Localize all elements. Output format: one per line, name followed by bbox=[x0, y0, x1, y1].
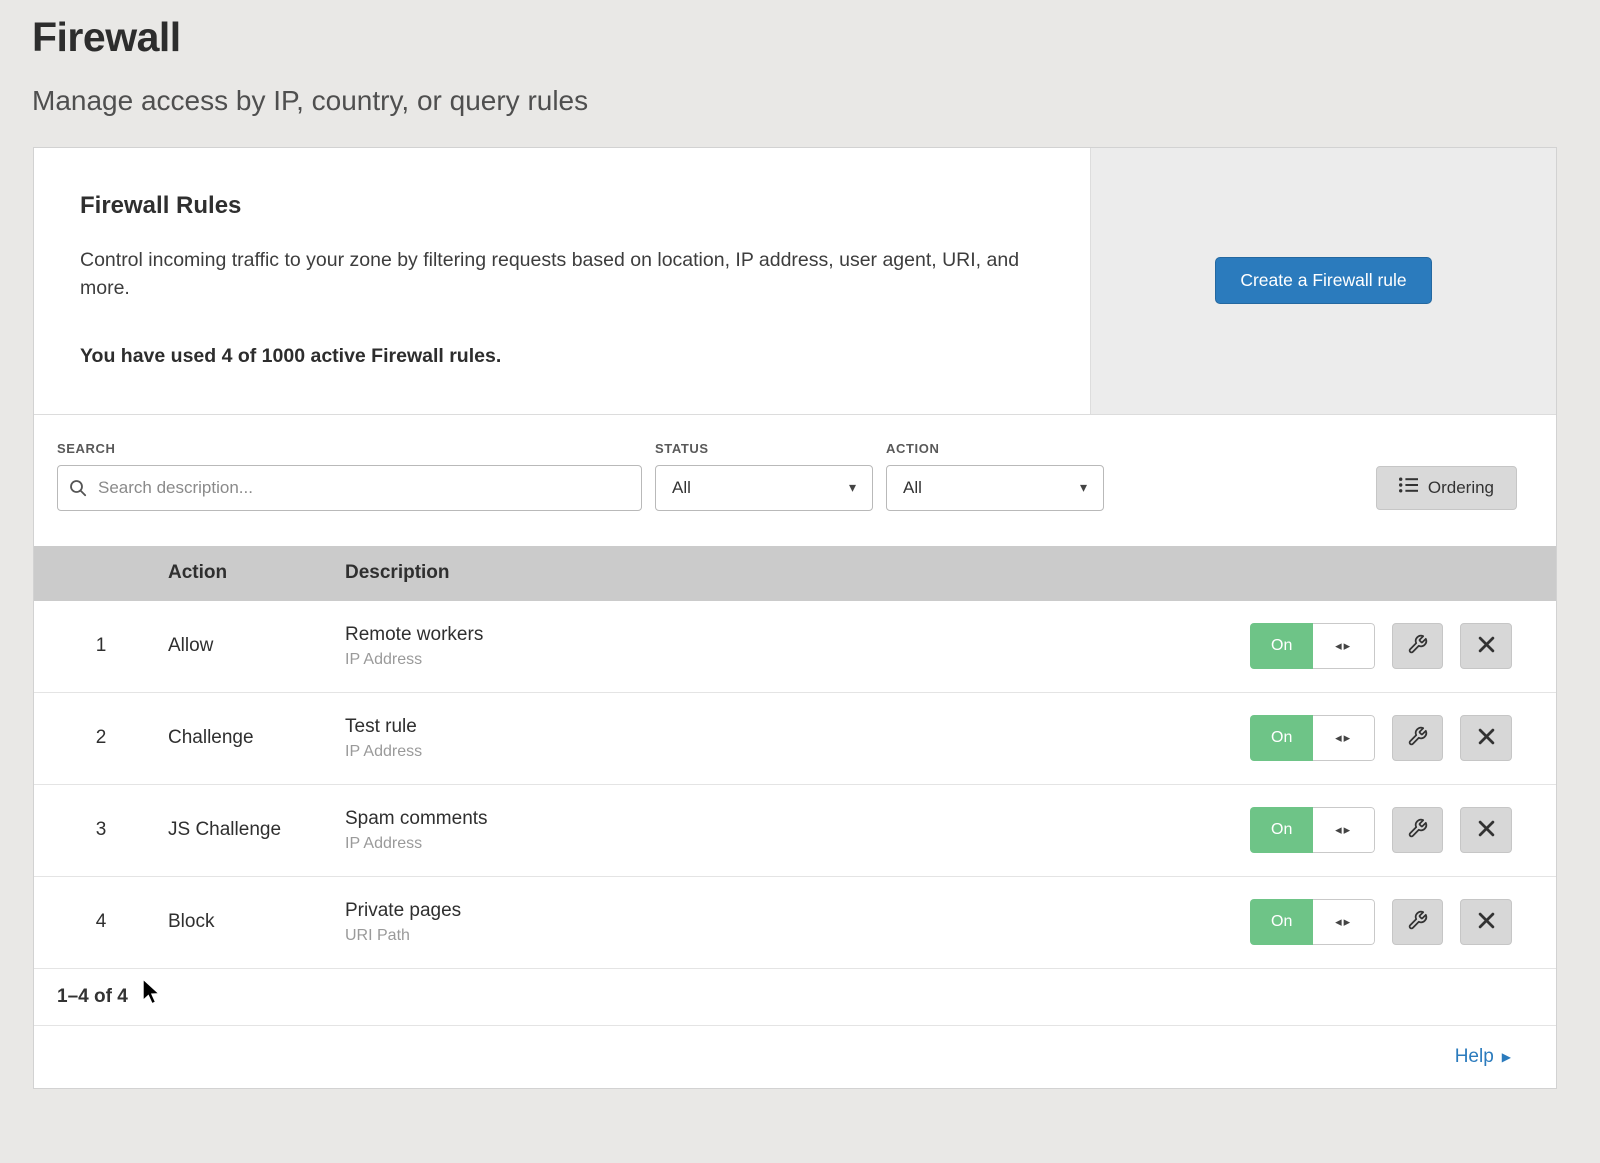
header-description: Description bbox=[345, 562, 1250, 584]
filters-bar: SEARCH STATUS All ▾ ACTION All ▾ bbox=[34, 415, 1556, 546]
chevron-down-icon: ▾ bbox=[849, 479, 856, 496]
help-arrow-icon: ▶ bbox=[1502, 1050, 1511, 1064]
edit-rule-button[interactable] bbox=[1392, 623, 1444, 669]
rule-description-title: Private pages bbox=[345, 900, 1250, 922]
rule-controls: On ◂▸ bbox=[1250, 899, 1556, 945]
rule-number: 4 bbox=[34, 911, 168, 933]
rule-enable-toggle[interactable]: On ◂▸ bbox=[1250, 623, 1375, 669]
rule-enable-toggle[interactable]: On ◂▸ bbox=[1250, 715, 1375, 761]
rule-action: Block bbox=[168, 911, 345, 933]
wrench-icon bbox=[1407, 726, 1428, 750]
wrench-icon bbox=[1407, 634, 1428, 658]
action-filter-group: ACTION All ▾ bbox=[886, 441, 1104, 511]
toggle-on-label[interactable]: On bbox=[1250, 715, 1313, 761]
toggle-on-label[interactable]: On bbox=[1250, 807, 1313, 853]
page-header: Firewall Manage access by IP, country, o… bbox=[0, 0, 1600, 117]
action-dropdown[interactable]: All ▾ bbox=[886, 465, 1104, 511]
table-header-row: Action Description bbox=[34, 546, 1556, 601]
rule-description: Private pages URI Path bbox=[345, 900, 1250, 945]
pagination: 1–4 of 4 bbox=[34, 969, 1556, 1026]
wrench-icon bbox=[1407, 818, 1428, 842]
rule-enable-toggle[interactable]: On ◂▸ bbox=[1250, 899, 1375, 945]
rule-action: JS Challenge bbox=[168, 819, 345, 841]
table-row: 4 Block Private pages URI Path On ◂▸ bbox=[34, 877, 1556, 969]
close-icon bbox=[1478, 636, 1495, 656]
table-row: 2 Challenge Test rule IP Address On ◂▸ bbox=[34, 693, 1556, 785]
panel-heading: Firewall Rules bbox=[80, 192, 1030, 220]
rule-description: Test rule IP Address bbox=[345, 716, 1250, 761]
edit-rule-button[interactable] bbox=[1392, 899, 1444, 945]
search-icon bbox=[69, 479, 87, 502]
edit-rule-button[interactable] bbox=[1392, 807, 1444, 853]
status-filter-group: STATUS All ▾ bbox=[655, 441, 873, 511]
toggle-handle-icon[interactable]: ◂▸ bbox=[1313, 807, 1374, 853]
rule-controls: On ◂▸ bbox=[1250, 623, 1556, 669]
help-link[interactable]: Help ▶ bbox=[1455, 1046, 1511, 1068]
create-firewall-rule-button[interactable]: Create a Firewall rule bbox=[1215, 257, 1431, 304]
delete-rule-button[interactable] bbox=[1460, 715, 1512, 761]
rule-description-title: Remote workers bbox=[345, 624, 1250, 646]
ordering-button[interactable]: Ordering bbox=[1376, 466, 1517, 510]
pagination-text: 1–4 of 4 bbox=[57, 986, 128, 1008]
rule-description: Spam comments IP Address bbox=[345, 808, 1250, 853]
panel-description: Control incoming traffic to your zone by… bbox=[80, 246, 1025, 303]
status-label: STATUS bbox=[655, 441, 873, 456]
toggle-on-label[interactable]: On bbox=[1250, 899, 1313, 945]
wrench-icon bbox=[1407, 910, 1428, 934]
toggle-handle-icon[interactable]: ◂▸ bbox=[1313, 899, 1374, 945]
edit-rule-button[interactable] bbox=[1392, 715, 1444, 761]
table-row: 3 JS Challenge Spam comments IP Address … bbox=[34, 785, 1556, 877]
panel-action-area: Create a Firewall rule bbox=[1090, 148, 1556, 414]
action-label: ACTION bbox=[886, 441, 1104, 456]
close-icon bbox=[1478, 820, 1495, 840]
rule-match-type: URI Path bbox=[345, 927, 1250, 945]
rule-match-type: IP Address bbox=[345, 651, 1250, 669]
delete-rule-button[interactable] bbox=[1460, 807, 1512, 853]
panel-text-area: Firewall Rules Control incoming traffic … bbox=[34, 148, 1090, 414]
toggle-on-label[interactable]: On bbox=[1250, 623, 1313, 669]
search-wrapper bbox=[57, 465, 642, 511]
page-subtitle: Manage access by IP, country, or query r… bbox=[32, 85, 1568, 117]
rule-description-title: Spam comments bbox=[345, 808, 1250, 830]
status-dropdown-value: All bbox=[672, 478, 691, 498]
rule-number: 2 bbox=[34, 727, 168, 749]
close-icon bbox=[1478, 912, 1495, 932]
table-row: 1 Allow Remote workers IP Address On ◂▸ bbox=[34, 601, 1556, 693]
rule-controls: On ◂▸ bbox=[1250, 807, 1556, 853]
rule-action: Allow bbox=[168, 635, 345, 657]
rule-description-title: Test rule bbox=[345, 716, 1250, 738]
table-body: 1 Allow Remote workers IP Address On ◂▸ bbox=[34, 601, 1556, 969]
delete-rule-button[interactable] bbox=[1460, 623, 1512, 669]
rule-number: 1 bbox=[34, 635, 168, 657]
chevron-down-icon: ▾ bbox=[1080, 479, 1087, 496]
search-label: SEARCH bbox=[57, 441, 642, 456]
help-link-label: Help bbox=[1455, 1046, 1494, 1068]
rule-action: Challenge bbox=[168, 727, 345, 749]
footer-row: Help ▶ bbox=[34, 1026, 1556, 1088]
firewall-rules-card: Firewall Rules Control incoming traffic … bbox=[33, 147, 1557, 1089]
delete-rule-button[interactable] bbox=[1460, 899, 1512, 945]
rule-match-type: IP Address bbox=[345, 835, 1250, 853]
search-input[interactable] bbox=[57, 465, 642, 511]
search-filter-group: SEARCH bbox=[57, 441, 642, 511]
status-dropdown[interactable]: All ▾ bbox=[655, 465, 873, 511]
firewall-rules-panel: Firewall Rules Control incoming traffic … bbox=[34, 148, 1556, 415]
action-dropdown-value: All bbox=[903, 478, 922, 498]
header-action: Action bbox=[168, 562, 345, 584]
usage-note: You have used 4 of 1000 active Firewall … bbox=[80, 345, 1030, 368]
rule-enable-toggle[interactable]: On ◂▸ bbox=[1250, 807, 1375, 853]
rule-controls: On ◂▸ bbox=[1250, 715, 1556, 761]
rule-description: Remote workers IP Address bbox=[345, 624, 1250, 669]
ordering-button-label: Ordering bbox=[1428, 478, 1494, 498]
ordering-list-icon bbox=[1399, 477, 1418, 498]
toggle-handle-icon[interactable]: ◂▸ bbox=[1313, 715, 1374, 761]
rule-number: 3 bbox=[34, 819, 168, 841]
close-icon bbox=[1478, 728, 1495, 748]
toggle-handle-icon[interactable]: ◂▸ bbox=[1313, 623, 1374, 669]
rule-match-type: IP Address bbox=[345, 743, 1250, 761]
page-title: Firewall bbox=[32, 14, 1568, 61]
